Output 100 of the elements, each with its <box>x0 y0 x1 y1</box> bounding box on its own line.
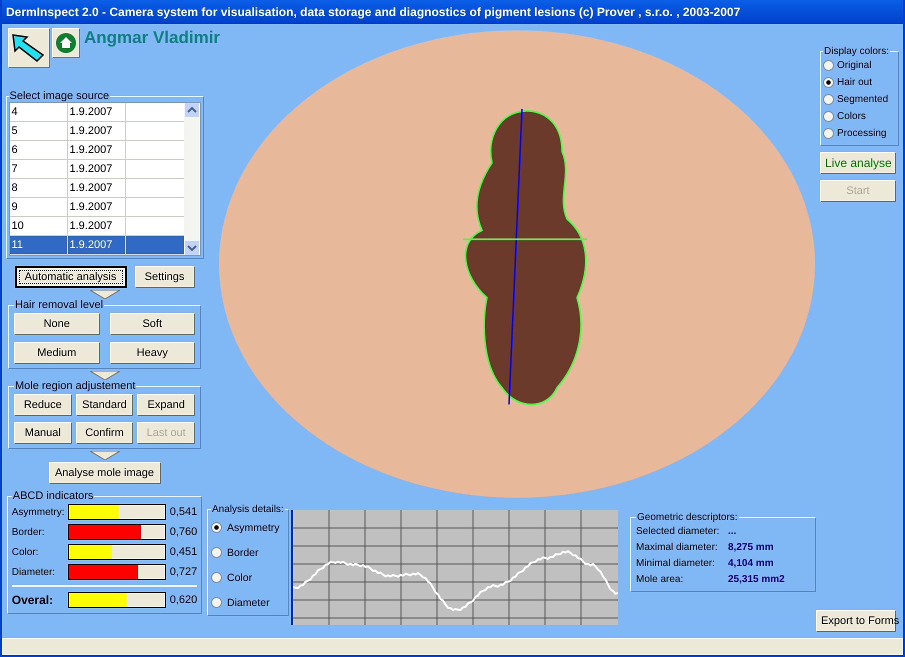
indicator-label: Diameter: <box>12 566 56 578</box>
indicator-label: Color: <box>12 546 40 558</box>
scroll-up-icon[interactable] <box>184 103 198 117</box>
radio-button[interactable] <box>823 60 834 71</box>
region-button[interactable]: Reduce <box>14 394 72 416</box>
chevron-icon <box>90 290 120 299</box>
radio-button[interactable] <box>823 111 834 122</box>
chevron-icon <box>90 371 120 380</box>
radio-button[interactable] <box>211 522 222 533</box>
overall-value: 0,620 <box>170 594 198 606</box>
list-row[interactable]: 6 1.9.2007 <box>10 141 184 160</box>
settings-button[interactable]: Settings <box>134 266 194 288</box>
radio-label: Segmented <box>837 94 888 105</box>
region-button[interactable]: Confirm <box>76 422 134 444</box>
radio-button[interactable] <box>823 128 834 139</box>
scroll-down-icon[interactable] <box>184 241 198 255</box>
list-row[interactable]: 9 1.9.2007 <box>10 198 184 217</box>
radio-option[interactable]: Color <box>211 565 252 590</box>
radio-button[interactable] <box>211 597 222 608</box>
table-cell: 1.9.2007 <box>68 236 126 254</box>
descriptor-label: Selected diameter: <box>636 526 720 536</box>
descriptor-label: Minimal diameter: <box>636 558 716 568</box>
region-button[interactable]: Standard <box>76 394 134 416</box>
overall-label: Overal: <box>12 593 54 607</box>
scrollbar[interactable] <box>184 103 200 255</box>
table-cell: 1.9.2007 <box>68 141 126 159</box>
indicator-value: 0,727 <box>170 566 198 578</box>
table-cell: 1.9.2007 <box>68 217 126 235</box>
automatic-analysis-button[interactable]: Automatic analysis <box>14 266 126 288</box>
table-cell: 1.9.2007 <box>68 198 126 216</box>
radio-button[interactable] <box>211 572 222 583</box>
table-cell: 11 <box>10 236 68 254</box>
descriptor-label: Maximal diameter: <box>636 542 719 552</box>
list-row[interactable]: 11 1.9.2007 <box>10 236 184 255</box>
panel-label: ABCD indicators <box>12 490 94 502</box>
panel-label: Select image source <box>8 90 110 102</box>
hair-removal-button[interactable]: Medium <box>14 342 100 364</box>
descriptor-value: 4,104 mm <box>728 558 774 568</box>
radio-option[interactable]: Original <box>823 57 872 74</box>
indicator-value: 0,451 <box>170 546 198 558</box>
table-cell: 6 <box>10 141 68 159</box>
table-cell: 9 <box>10 198 68 216</box>
radio-option[interactable]: Processing <box>823 125 886 142</box>
radio-button[interactable] <box>823 94 834 105</box>
analyse-mole-button[interactable]: Analyse mole image <box>48 462 160 484</box>
window-title: DermInspect 2.0 - Camera system for visualisation, data storage and diagnostics of pigment lesions (c) Prover , s.r.o. , 2003-2007 <box>2 0 903 24</box>
table-cell: 4 <box>10 103 68 121</box>
hair-removal-button[interactable]: None <box>14 313 100 335</box>
radio-label: Colors <box>837 111 866 122</box>
radio-label: Processing <box>837 128 886 139</box>
chevron-icon <box>90 451 120 460</box>
radio-label: Diameter <box>227 596 270 608</box>
radio-label: Hair out <box>837 77 872 88</box>
radio-option[interactable]: Hair out <box>823 74 872 91</box>
table-cell: 8 <box>10 179 68 197</box>
radio-label: Color <box>227 572 252 584</box>
table-cell: 1.9.2007 <box>68 179 126 197</box>
list-row[interactable]: 8 1.9.2007 <box>10 179 184 198</box>
radio-option[interactable]: Border <box>211 540 259 565</box>
list-row[interactable]: 4 1.9.2007 <box>10 103 184 122</box>
hair-removal-button[interactable]: Heavy <box>110 342 195 364</box>
panel-label: Mole region adjustement <box>14 380 136 392</box>
patient-name: Angmar Vladimir <box>84 28 220 48</box>
descriptor-value: 8,275 mm <box>728 542 774 552</box>
live-analyse-button[interactable]: Live analyse <box>820 152 896 174</box>
list-row[interactable]: 5 1.9.2007 <box>10 122 184 141</box>
home-button[interactable] <box>52 28 80 58</box>
descriptor-label: Mole area: <box>636 574 684 584</box>
home-icon <box>55 32 77 54</box>
table-cell: 10 <box>10 217 68 235</box>
arrow-icon <box>11 33 47 63</box>
indicator-value: 0,760 <box>170 526 198 538</box>
radio-button[interactable] <box>211 547 222 558</box>
indicator-value: 0,541 <box>170 506 198 518</box>
radio-label: Border <box>227 546 259 558</box>
radio-option[interactable]: Diameter <box>211 590 270 615</box>
radio-label: Asymmetry <box>227 522 280 534</box>
back-button[interactable] <box>8 28 50 68</box>
indicator-label: Asymmetry: <box>12 506 66 518</box>
table-cell: 7 <box>10 160 68 178</box>
radio-option[interactable]: Colors <box>823 108 866 125</box>
radio-option[interactable]: Segmented <box>823 91 888 108</box>
panel-label: Geometric descriptors: <box>636 512 739 523</box>
region-button[interactable]: Expand <box>137 394 195 416</box>
table-cell: 5 <box>10 122 68 140</box>
radio-button[interactable] <box>823 77 834 88</box>
indicator-label: Border: <box>12 526 46 538</box>
table-cell: 1.9.2007 <box>68 103 126 121</box>
table-cell: 1.9.2007 <box>68 122 126 140</box>
region-button[interactable]: Manual <box>14 422 72 444</box>
hair-removal-button[interactable]: Soft <box>110 313 195 335</box>
descriptor-value: ... <box>728 526 736 536</box>
panel-label: Display colors: <box>823 46 890 57</box>
radio-label: Original <box>837 60 872 71</box>
descriptor-value: 25,315 mm2 <box>728 574 785 584</box>
radio-option[interactable]: Asymmetry <box>211 515 280 540</box>
table-cell: 1.9.2007 <box>68 160 126 178</box>
panel-label: Analysis details: <box>211 504 285 515</box>
panel-label: Hair removal level <box>14 299 104 311</box>
list-row[interactable]: 7 1.9.2007 <box>10 160 184 179</box>
